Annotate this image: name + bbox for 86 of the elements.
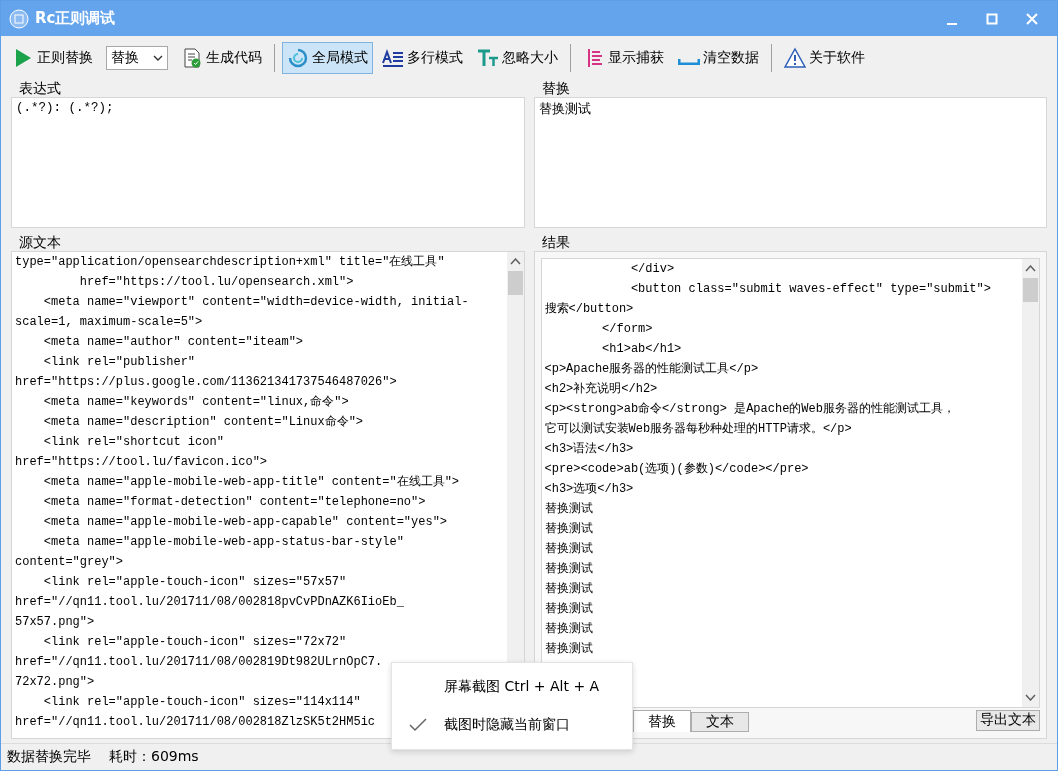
replacement-field[interactable]: 替换测试 xyxy=(533,97,1047,228)
code-line: <h2>补充说明</h2> xyxy=(544,381,658,398)
export-button[interactable]: 导出文本 xyxy=(976,709,1040,731)
code-line: </form> xyxy=(601,321,653,338)
dropdown-caret-icon xyxy=(153,55,163,61)
code-line: <pre><code>ab(选项)(参数)</code></pre> xyxy=(544,461,809,478)
code-line: 替换测试 xyxy=(544,621,593,638)
status-message: 数据替换完毕 xyxy=(7,748,91,766)
group-label: 结果 xyxy=(540,234,571,251)
minimize-icon xyxy=(946,22,958,25)
warning-icon xyxy=(784,47,806,69)
code-line: <meta name="format-detection" content="telephone=no"> xyxy=(42,494,426,511)
code-line: 替换测试 xyxy=(544,501,593,518)
code-line: <p><strong>ab命令</strong> 是Apache的Web服务器的性能测试工具， xyxy=(544,401,955,418)
toolbar-button[interactable]: 关于软件 xyxy=(779,42,870,74)
document-check-icon xyxy=(181,47,203,69)
code-line: 72x72.png"> xyxy=(15,674,95,691)
elapsed-time: 耗时：609ms xyxy=(109,748,199,766)
code-line: type="application/opensearchdescription+xml" title="在线工具" xyxy=(15,254,445,271)
menu-label: 截图时隐藏当前窗口 xyxy=(444,716,570,734)
code-line: <p>Apache服务器的性能测试工具</p> xyxy=(544,361,759,378)
code-line: scale=1, maximum-scale=5"> xyxy=(15,314,203,331)
app-logo-icon xyxy=(9,8,29,29)
code-line: 它可以测试安装Web服务器每秒种处理的HTTP请求。</p> xyxy=(544,421,852,438)
toolbar-button[interactable]: 显示捕获 xyxy=(578,42,669,74)
code-line: href="//qn11.tool.lu/201711/08/002819Dt982ULrnOpC7. xyxy=(15,654,383,671)
tab[interactable]: 文本 xyxy=(690,712,749,732)
code-line: content="grey"> xyxy=(15,554,124,571)
code-line: href="https://tool.lu/favicon.ico"> xyxy=(15,454,268,471)
toolbar-button[interactable]: 正则替换 xyxy=(7,42,98,74)
scroll-thumb[interactable] xyxy=(507,271,523,295)
group-label: 源文本 xyxy=(18,234,62,251)
code-line: <button class="submit waves-effect" type="submit"> xyxy=(629,281,991,298)
menu-item[interactable]: 屏幕截图 Ctrl + Alt + A xyxy=(392,668,632,706)
toolbar-button[interactable]: 忽略大小 xyxy=(472,42,563,74)
scrollbar[interactable] xyxy=(1022,259,1039,707)
menu-item[interactable]: 截图时隐藏当前窗口 xyxy=(392,706,632,744)
code-line: href="//qn11.tool.lu/201711/08/002818ZlzSK5t2HM5ic xyxy=(15,714,376,731)
code-line: 搜索</button> xyxy=(544,301,634,318)
code-line: <h3>语法</h3> xyxy=(544,441,634,458)
tab[interactable]: 替换 xyxy=(632,710,691,732)
code-line: <link rel="apple-touch-icon" sizes="57x57" xyxy=(42,574,347,591)
code-line: <meta name="apple-mobile-web-app-title" content="在线工具"> xyxy=(42,474,460,491)
text-size-icon xyxy=(477,47,499,69)
text-lines-icon xyxy=(382,47,404,69)
code-line: <meta name="author" content="iteam"> xyxy=(42,334,304,351)
toolbar-button[interactable]: 多行模式 xyxy=(377,42,468,74)
scroll-up-icon[interactable] xyxy=(1025,265,1036,272)
code-line: <meta name="apple-mobile-web-app-capable" content="yes"> xyxy=(42,514,448,531)
group-label: 替换 xyxy=(540,80,571,97)
code-line: <meta name="apple-mobile-web-app-status-bar-style" xyxy=(42,534,404,551)
code-line: 替换测试 xyxy=(544,581,593,598)
code-line: <link rel="apple-touch-icon" sizes="114x114" xyxy=(42,694,361,711)
code-line: <meta name="viewport" content="width=device-width, initial- xyxy=(42,294,469,311)
menu-label: 屏幕截图 Ctrl + Alt + A xyxy=(444,678,600,696)
code-line: <meta name="keywords" content="linux,命令"> xyxy=(42,394,349,411)
code-line: 57x57.png"> xyxy=(15,614,95,631)
code-line: <h1>ab</h1> xyxy=(601,341,682,358)
code-line: <link rel="shortcut icon" xyxy=(42,434,224,451)
code-line: 替换测试 xyxy=(544,521,593,538)
window-title: Rc正则调试 xyxy=(35,9,117,28)
code-line: 替换测试 xyxy=(544,541,593,558)
code-line: <h3>选项</h3> xyxy=(544,481,634,498)
code-line: <link rel="publisher" xyxy=(42,354,196,371)
code-line: </div> xyxy=(629,261,675,278)
code-line: href="https://tool.lu/opensearch.xml"> xyxy=(78,274,354,291)
swirl-icon xyxy=(287,47,309,69)
scroll-up-icon[interactable] xyxy=(509,258,521,265)
scroll-thumb[interactable] xyxy=(1023,278,1038,302)
bracket-line-icon xyxy=(678,59,700,65)
expression-field[interactable]: (.*?): (.*?); xyxy=(11,97,525,228)
group-label: 表达式 xyxy=(18,80,62,97)
code-line: 替换测试 xyxy=(544,561,593,578)
code-line: <meta name="description" content="Linux命令"> xyxy=(42,414,364,431)
toolbar-button[interactable]: 生成代码 xyxy=(176,42,267,74)
toolbar-button[interactable]: 全局模式 xyxy=(282,42,373,74)
scroll-down-icon[interactable] xyxy=(1025,694,1036,701)
code-line: href="//qn11.tool.lu/201711/08/002818pvCvPDnAZK6IioEb_ xyxy=(15,594,404,611)
toolbar-button[interactable]: 清空数据 xyxy=(673,42,764,74)
mode-select[interactable]: 替换 xyxy=(106,46,168,70)
code-line: href="https://plus.google.com/113621341737546487026"> xyxy=(15,374,397,391)
code-line: 替换测试 xyxy=(544,601,593,618)
close-icon xyxy=(1026,12,1038,25)
code-line: <link rel="apple-touch-icon" sizes="72x72" xyxy=(42,634,347,651)
code-line: 替换测试 xyxy=(544,641,593,658)
maximize-icon xyxy=(986,12,998,25)
